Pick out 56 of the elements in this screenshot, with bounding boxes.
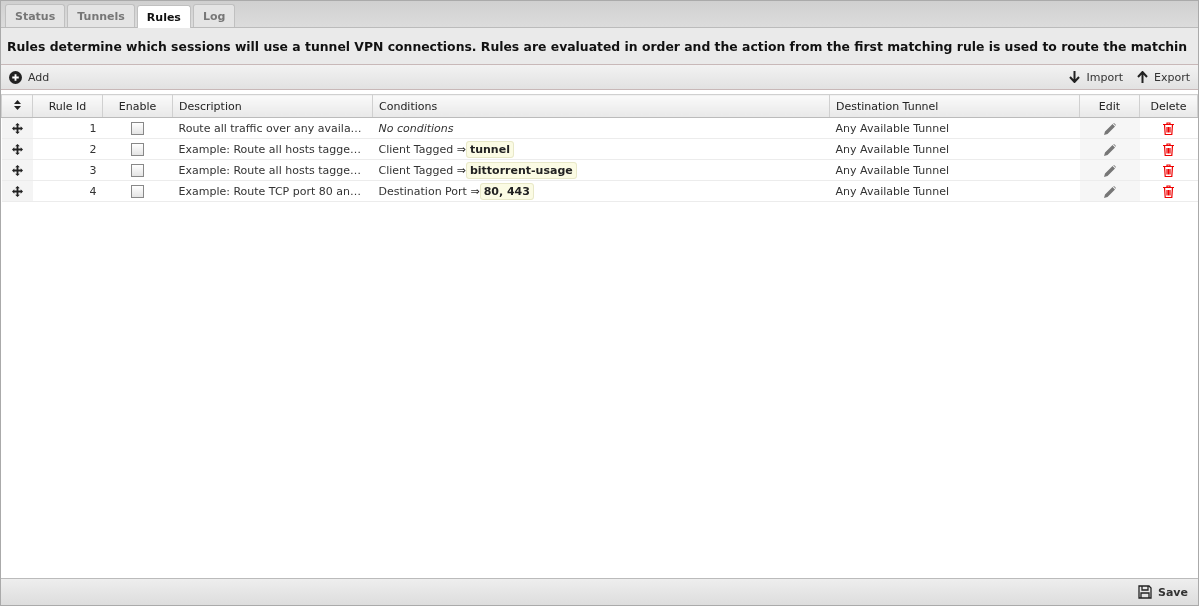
- table-cell: No conditions: [378, 121, 454, 135]
- condition-label: Destination Port ⇒: [378, 184, 480, 198]
- plus-circle-icon: [9, 70, 22, 84]
- enable-checkbox[interactable]: [131, 142, 144, 156]
- column-header[interactable]: Description: [172, 94, 373, 118]
- import-button[interactable]: Import: [1069, 70, 1123, 84]
- enable-checkbox[interactable]: [131, 121, 144, 135]
- table-cell: Any Available Tunnel: [829, 138, 1080, 160]
- condition-label: Client Tagged ⇒: [378, 142, 466, 156]
- enable-checkbox[interactable]: [131, 163, 144, 177]
- condition-value-tag: tunnel: [465, 140, 514, 158]
- column-header[interactable]: Delete: [1139, 94, 1198, 118]
- condition-value-tag: 80, 443: [479, 182, 534, 200]
- move-icon[interactable]: [11, 186, 23, 197]
- column-header[interactable]: Edit: [1079, 94, 1140, 118]
- table-cell: Any Available Tunnel: [829, 159, 1080, 181]
- table-cell: 1: [32, 117, 103, 139]
- table-cell: 3: [32, 159, 103, 181]
- arrow-up-icon: [1137, 71, 1148, 83]
- enable-checkbox[interactable]: [131, 184, 144, 198]
- export-button[interactable]: Export: [1137, 70, 1190, 84]
- arrow-down-icon: [1069, 71, 1081, 83]
- column-header[interactable]: Destination Tunnel: [829, 94, 1080, 118]
- tab[interactable]: Status: [5, 4, 66, 27]
- description-banner: Rules determine which sessions will use a tunnel VPN connections. Rules are evaluated in order and the action from the first matching rule is used to route the matchin: [1, 28, 1198, 65]
- save-button[interactable]: Save: [1138, 585, 1188, 599]
- table-cell: Example: Route all hosts tagge…: [172, 138, 373, 160]
- trash-icon[interactable]: [1163, 121, 1174, 135]
- sort-icon: [13, 99, 21, 110]
- trash-icon[interactable]: [1163, 142, 1174, 156]
- pencil-icon[interactable]: [1103, 122, 1116, 135]
- move-icon[interactable]: [11, 165, 23, 176]
- tab[interactable]: Tunnels: [67, 4, 135, 27]
- pencil-icon[interactable]: [1103, 185, 1116, 198]
- pencil-icon[interactable]: [1103, 143, 1116, 156]
- trash-icon[interactable]: [1163, 163, 1174, 177]
- move-icon[interactable]: [11, 123, 23, 134]
- add-button[interactable]: Add: [9, 70, 50, 84]
- table-cell: Example: Route TCP port 80 an…: [172, 180, 373, 202]
- table-cell: Route all traffic over any availa…: [172, 117, 373, 139]
- tab[interactable]: Rules: [136, 5, 191, 28]
- sort-column-header[interactable]: [1, 94, 33, 118]
- tab[interactable]: Log: [192, 4, 236, 27]
- column-header[interactable]: Rule Id: [32, 94, 103, 118]
- pencil-icon[interactable]: [1103, 164, 1116, 177]
- condition-value-tag: bittorrent-usage: [465, 161, 577, 179]
- column-header[interactable]: Enable: [102, 94, 173, 118]
- trash-icon[interactable]: [1163, 184, 1174, 198]
- table-cell: Example: Route all hosts tagge…: [172, 159, 373, 181]
- table-cell: 2: [32, 138, 103, 160]
- condition-label: Client Tagged ⇒: [378, 163, 466, 177]
- column-header[interactable]: Conditions: [372, 94, 830, 118]
- table-cell: Any Available Tunnel: [829, 117, 1080, 139]
- move-icon[interactable]: [11, 144, 23, 155]
- table-cell: Any Available Tunnel: [829, 180, 1080, 202]
- table-cell: 4: [32, 180, 103, 202]
